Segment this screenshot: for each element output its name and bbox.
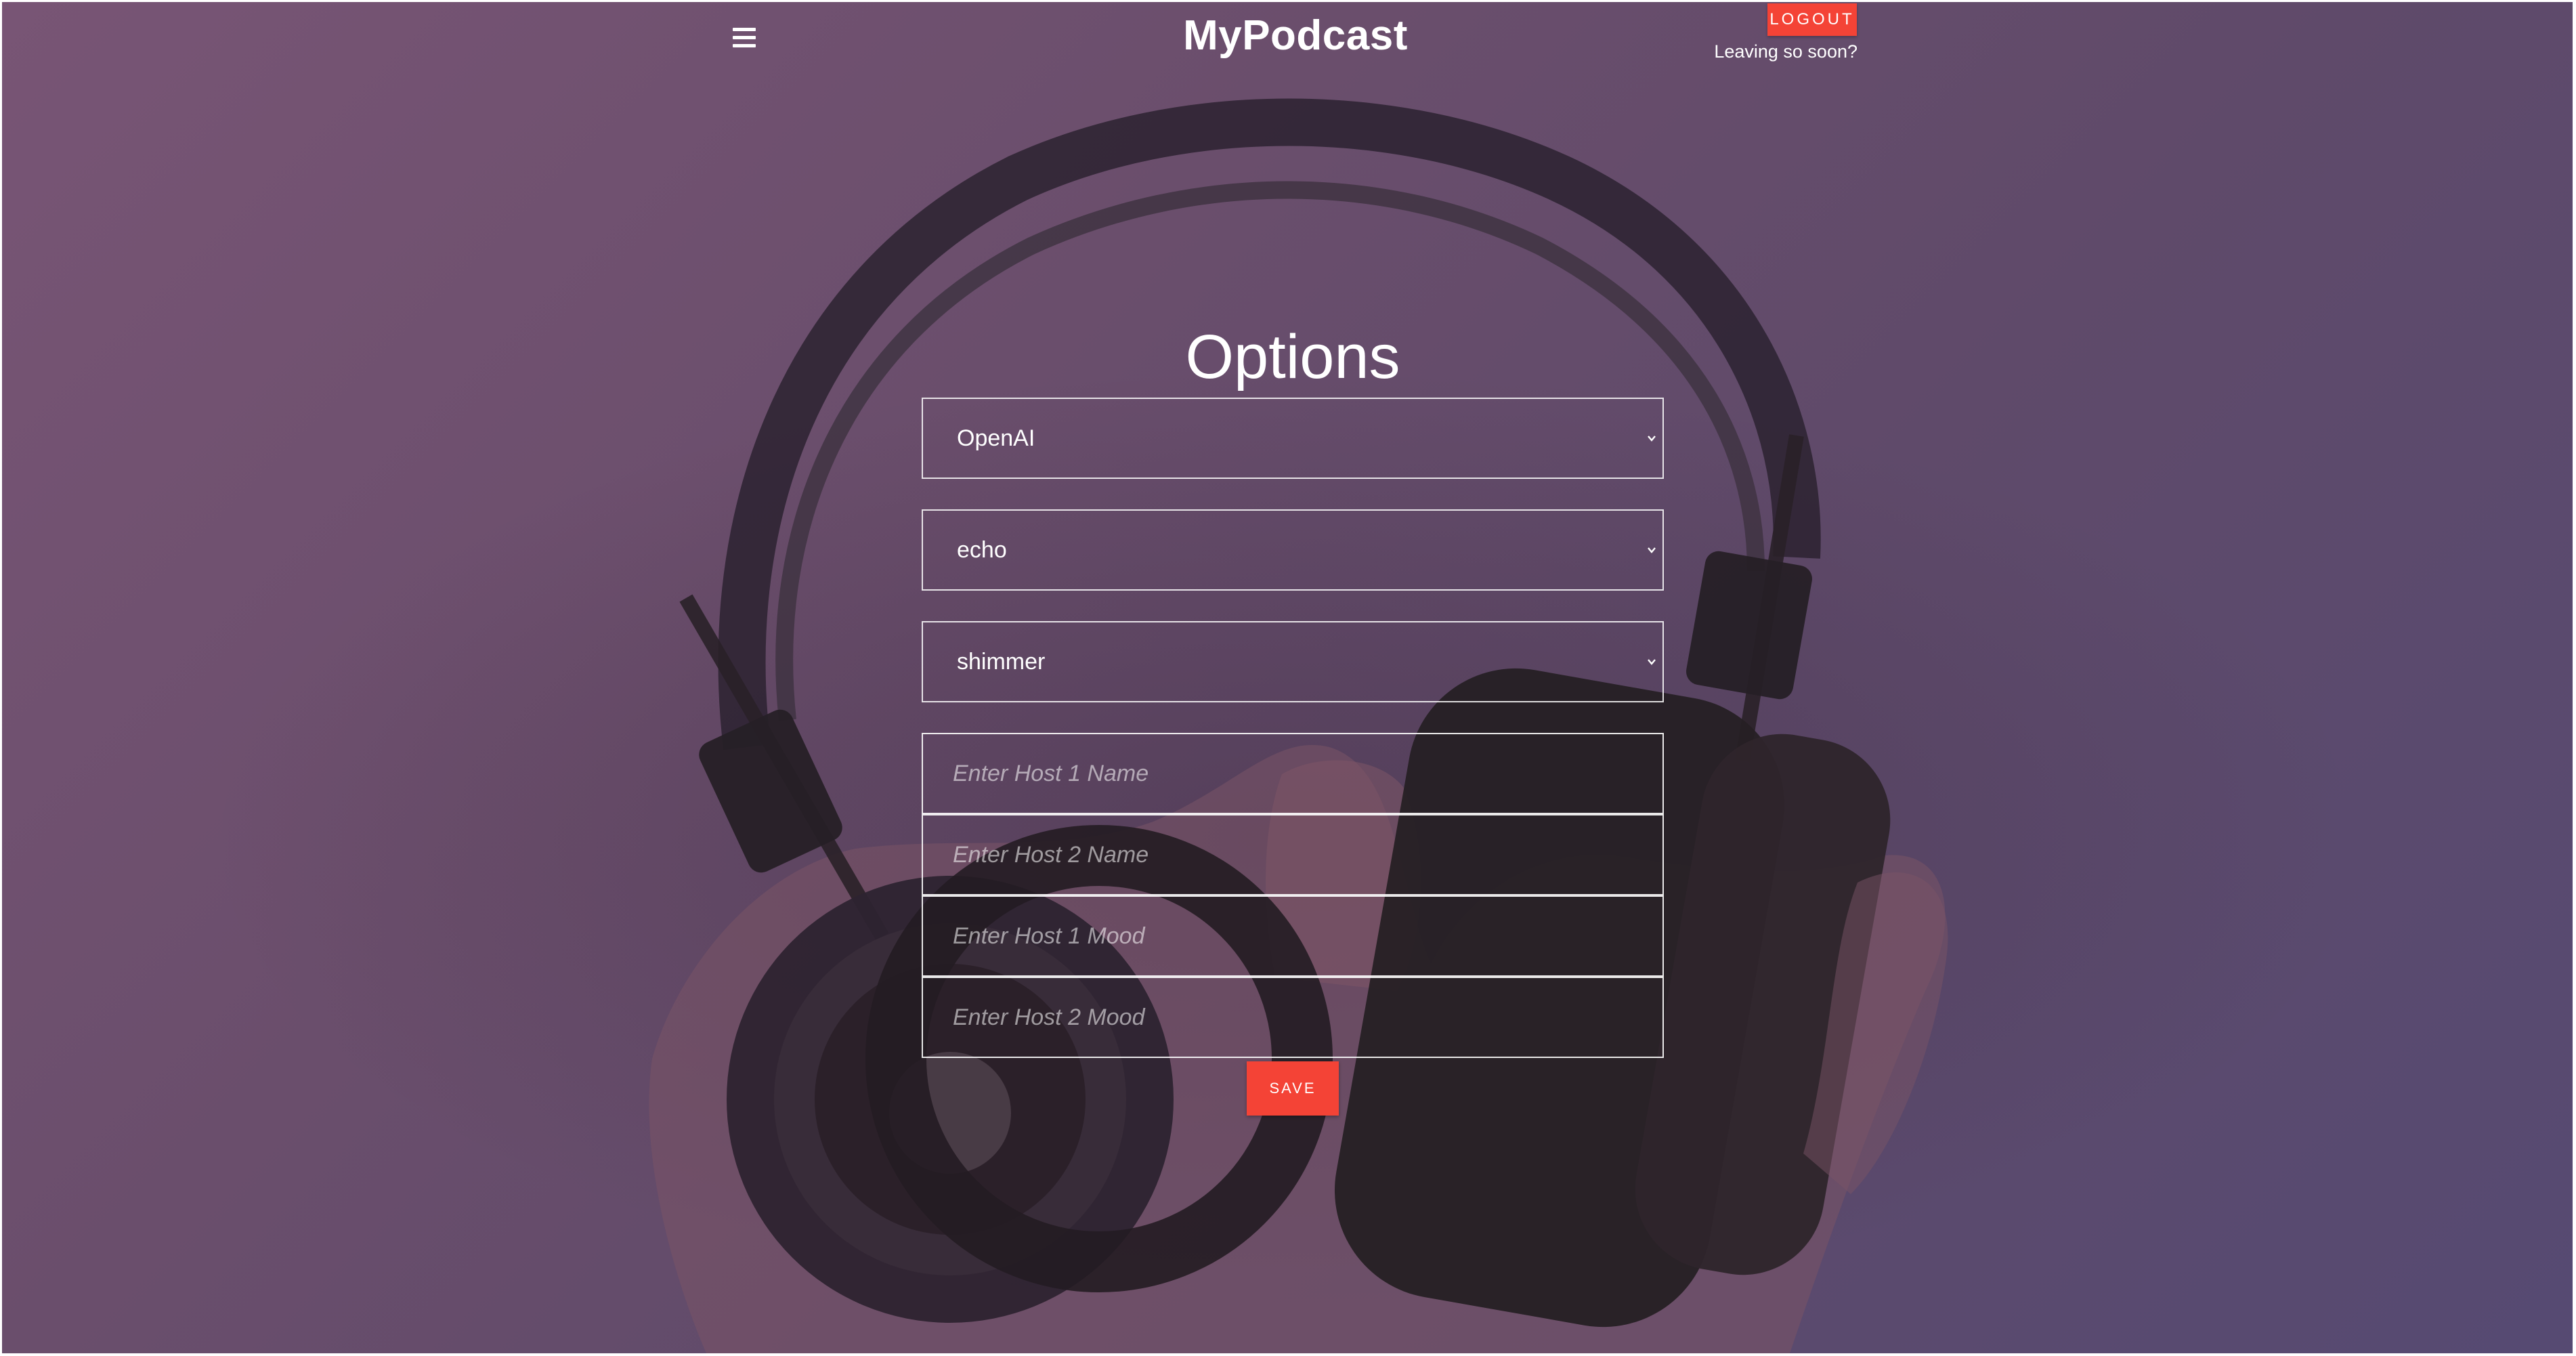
save-button[interactable]: SAVE [1247,1061,1339,1116]
chevron-down-icon [1648,659,1656,665]
page-title: Options [1185,322,1400,391]
host-1-voice-select[interactable]: echo [922,509,1664,591]
menu-line-icon [733,44,756,47]
host-1-name-input[interactable] [922,733,1664,814]
host-2-name-input[interactable] [922,814,1664,895]
app-frame: MyPodcast LOGOUT Leaving so soon? Option… [2,2,2573,1353]
menu-line-icon [733,28,756,31]
host-2-mood-input[interactable] [922,977,1664,1058]
logout-button[interactable]: LOGOUT [1767,3,1857,36]
hamburger-menu-icon[interactable] [729,28,759,51]
host-1-mood-input[interactable] [922,895,1664,977]
host-2-voice-select-value: shimmer [957,649,1046,675]
brand-logo-link[interactable]: MyPodcast [1153,12,1438,60]
logout-subtext: Leaving so soon? [1714,41,1858,62]
host-1-voice-select-value: echo [957,537,1007,563]
chevron-down-icon [1648,436,1656,442]
host-2-voice-select[interactable]: shimmer [922,621,1664,702]
provider-select-value: OpenAI [957,425,1035,451]
chevron-down-icon [1648,547,1656,553]
menu-line-icon [733,36,756,39]
provider-select[interactable]: OpenAI [922,398,1664,479]
